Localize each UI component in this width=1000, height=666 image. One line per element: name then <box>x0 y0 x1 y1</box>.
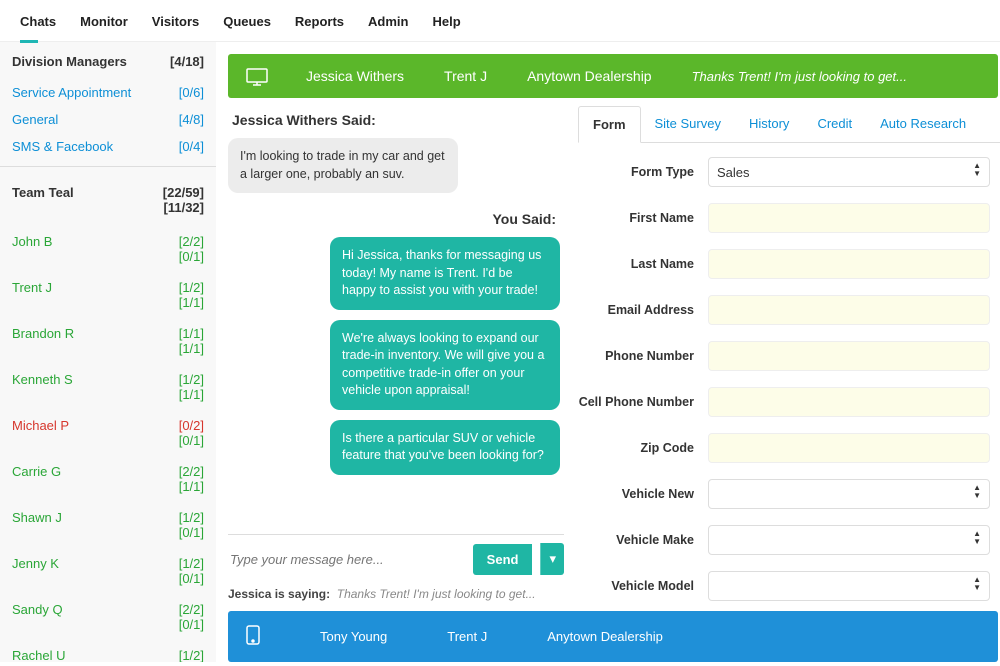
outgoing-header: You Said: <box>228 205 560 237</box>
text-field[interactable] <box>708 249 990 279</box>
form-label: Vehicle Model <box>578 579 708 593</box>
send-button[interactable]: Send <box>473 544 533 575</box>
form-label: Phone Number <box>578 349 708 363</box>
divider <box>0 166 216 167</box>
active-customer: Jessica Withers <box>306 68 404 84</box>
nav-chats[interactable]: Chats <box>20 14 56 29</box>
text-field[interactable] <box>708 341 990 371</box>
typing-indicator: Jessica is saying: Thanks Trent! I'm jus… <box>228 583 564 605</box>
dropdown-field[interactable]: Sales▲▼ <box>708 157 990 187</box>
active-chat-bar[interactable]: Jessica Withers Trent J Anytown Dealersh… <box>228 54 998 98</box>
queued-agent: Trent J <box>447 629 487 644</box>
form-tabs: FormSite SurveyHistoryCreditAuto Researc… <box>578 106 1000 143</box>
tab-site-survey[interactable]: Site Survey <box>641 106 735 142</box>
incoming-message: I'm looking to trade in my car and get a… <box>228 138 458 193</box>
team-member[interactable]: Shawn J[1/2][0/1] <box>0 507 216 543</box>
form-row: Vehicle Model ▲▼ <box>578 571 990 601</box>
chevron-updown-icon: ▲▼ <box>973 576 981 592</box>
outgoing-message: Is there a particular SUV or vehicle fea… <box>330 420 560 475</box>
division-item[interactable]: Service Appointment[0/6] <box>0 79 216 106</box>
form-row: Email Address <box>578 295 990 325</box>
form-row: Cell Phone Number <box>578 387 990 417</box>
form-row: Form TypeSales▲▼ <box>578 157 990 187</box>
form-row: Phone Number <box>578 341 990 371</box>
chevron-updown-icon: ▲▼ <box>973 530 981 546</box>
nav-help[interactable]: Help <box>433 14 461 29</box>
mobile-icon <box>246 625 260 648</box>
team-member[interactable]: Trent J[1/2][1/1] <box>0 277 216 313</box>
nav-admin[interactable]: Admin <box>368 14 408 29</box>
text-field[interactable] <box>708 433 990 463</box>
text-field[interactable] <box>708 203 990 233</box>
form-row: Vehicle New ▲▼ <box>578 479 990 509</box>
form-label: Vehicle New <box>578 487 708 501</box>
form-label: Cell Phone Number <box>578 395 708 409</box>
chevron-updown-icon: ▲▼ <box>973 484 981 500</box>
tab-history[interactable]: History <box>735 106 803 142</box>
form-label: First Name <box>578 211 708 225</box>
dropdown-field[interactable]: ▲▼ <box>708 571 990 601</box>
nav-monitor[interactable]: Monitor <box>80 14 128 29</box>
team-member[interactable]: Michael P[0/2][0/1] <box>0 415 216 451</box>
sidebar: Division Managers [4/18] Service Appoint… <box>0 42 216 662</box>
form-row: Last Name <box>578 249 990 279</box>
text-field[interactable] <box>708 295 990 325</box>
incoming-header: Jessica Withers Said: <box>228 106 560 138</box>
queued-dealership: Anytown Dealership <box>547 629 663 644</box>
queued-chat-bar[interactable]: Tony Young Trent J Anytown Dealership <box>228 611 998 662</box>
nav-visitors[interactable]: Visitors <box>152 14 199 29</box>
active-preview: Thanks Trent! I'm just looking to get... <box>692 69 907 84</box>
form-label: Zip Code <box>578 441 708 455</box>
team-title: Team Teal <box>12 185 74 215</box>
form-label: Last Name <box>578 257 708 271</box>
division-item[interactable]: General[4/8] <box>0 106 216 133</box>
form-label: Email Address <box>578 303 708 317</box>
tab-credit[interactable]: Credit <box>803 106 866 142</box>
nav-reports[interactable]: Reports <box>295 14 344 29</box>
outgoing-message: We're always looking to expand our trade… <box>330 320 560 410</box>
team-member[interactable]: Jenny K[1/2][0/1] <box>0 553 216 589</box>
division-header: Division Managers [4/18] <box>0 42 216 79</box>
team-member[interactable]: Sandy Q[2/2][0/1] <box>0 599 216 635</box>
form-row: First Name <box>578 203 990 233</box>
team-counts: [22/59] [11/32] <box>163 185 204 215</box>
team-member[interactable]: John B[2/2][0/1] <box>0 231 216 267</box>
team-member[interactable]: Brandon R[1/1][1/1] <box>0 323 216 359</box>
form-body: Form TypeSales▲▼ First Name Last Name Email… <box>578 143 1000 605</box>
desktop-icon <box>246 68 266 84</box>
team-header: Team Teal [22/59] [11/32] <box>0 173 216 225</box>
chevron-updown-icon: ▲▼ <box>973 162 981 178</box>
form-row: Zip Code <box>578 433 990 463</box>
text-field[interactable] <box>708 387 990 417</box>
team-member[interactable]: Carrie G[2/2][1/1] <box>0 461 216 497</box>
tab-auto-research[interactable]: Auto Research <box>866 106 980 142</box>
form-pane: FormSite SurveyHistoryCreditAuto Researc… <box>564 106 1000 605</box>
message-input[interactable] <box>228 546 465 573</box>
dropdown-field[interactable]: ▲▼ <box>708 479 990 509</box>
compose-row: Send ▾ <box>228 534 564 583</box>
form-label: Vehicle Make <box>578 533 708 547</box>
queued-customer: Tony Young <box>320 629 387 644</box>
top-nav: Chats Monitor Visitors Queues Reports Admin He… <box>0 0 1000 42</box>
chat-pane: Jessica Withers Said: I'm looking to tra… <box>228 106 564 605</box>
nav-queues[interactable]: Queues <box>223 14 271 29</box>
active-dealership: Anytown Dealership <box>527 68 652 84</box>
outgoing-message: Hi Jessica, thanks for messaging us toda… <box>330 237 560 310</box>
division-count: [4/18] <box>170 54 204 69</box>
team-member[interactable]: Rachel U[1/2] <box>0 645 216 662</box>
tab-form[interactable]: Form <box>578 106 641 143</box>
active-agent: Trent J <box>444 68 487 84</box>
form-row: Vehicle Make ▲▼ <box>578 525 990 555</box>
dropdown-field[interactable]: ▲▼ <box>708 525 990 555</box>
team-member[interactable]: Kenneth S[1/2][1/1] <box>0 369 216 405</box>
form-label: Form Type <box>578 165 708 179</box>
division-title: Division Managers <box>12 54 127 69</box>
division-item[interactable]: SMS & Facebook[0/4] <box>0 133 216 160</box>
send-dropdown[interactable]: ▾ <box>540 543 564 575</box>
